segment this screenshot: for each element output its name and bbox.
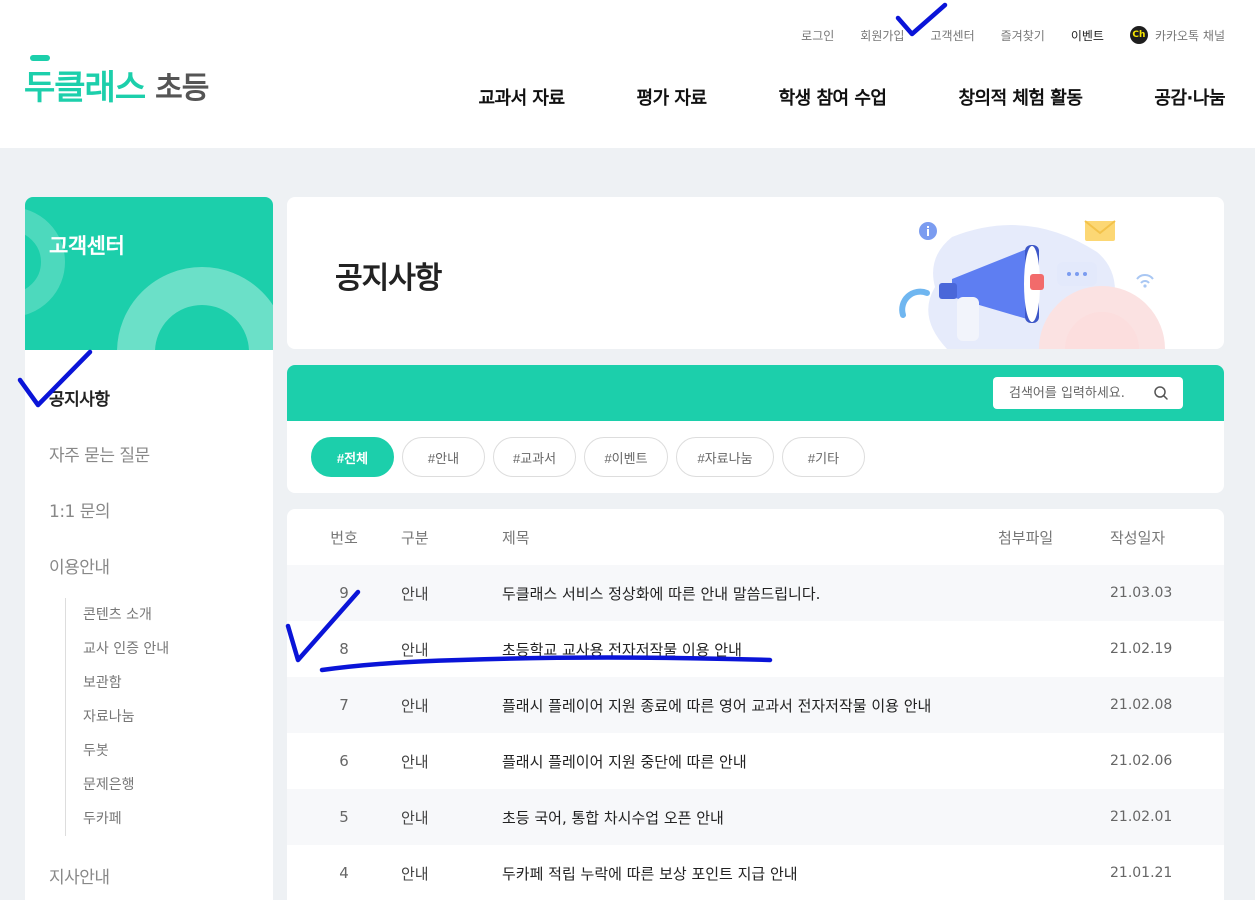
cell-title-link[interactable]: 초등 국어, 통합 차시수업 오픈 안내: [502, 807, 998, 828]
chip-all[interactable]: #전체: [311, 437, 394, 477]
main-nav: 교과서 자료 평가 자료 학생 참여 수업 창의적 체험 활동 공감·나눔: [478, 84, 1225, 110]
kakao-channel-link[interactable]: Ch 카카오톡 채널: [1129, 26, 1225, 44]
decor-ring: [25, 207, 65, 317]
chip-etc[interactable]: #기타: [782, 437, 865, 477]
sidebar-item-branch[interactable]: 지사안내: [25, 850, 273, 900]
cell-number: 6: [339, 752, 349, 770]
submenu-item-sharing[interactable]: 자료나눔: [83, 700, 273, 734]
cell-category: 안내: [401, 864, 429, 883]
col-header-date: 작성일자: [1110, 528, 1166, 547]
cell-date: 21.02.19: [1110, 641, 1173, 657]
search-icon[interactable]: [1153, 385, 1169, 401]
cell-date: 21.02.06: [1110, 753, 1173, 769]
cell-date: 21.02.01: [1110, 809, 1173, 825]
logo[interactable]: 두클래스 초등: [24, 55, 209, 109]
cell-category: 안내: [401, 808, 429, 827]
sidebar-title: 고객센터: [49, 234, 125, 258]
nav-creative-activities[interactable]: 창의적 체험 활동: [958, 84, 1082, 110]
table-row[interactable]: 9 안내 두클래스 서비스 정상화에 따른 안내 말씀드립니다. 21.03.0…: [287, 565, 1224, 621]
submenu-item-ducafe[interactable]: 두카페: [83, 802, 273, 836]
table-row[interactable]: 8 안내 초등학교 교사용 전자저작물 이용 안내 21.02.19: [287, 621, 1224, 677]
nav-assessment-materials[interactable]: 평가 자료: [637, 84, 708, 110]
table-row[interactable]: 7 안내 플래시 플레이어 지원 종료에 따른 영어 교과서 전자저작물 이용 …: [287, 677, 1224, 733]
site-header: 두클래스 초등 로그인 회원가입 고객센터 즐겨찾기 이벤트 Ch 카카오톡 채…: [0, 0, 1255, 148]
megaphone-illustration: [899, 220, 1165, 349]
customer-center-link[interactable]: 고객센터: [930, 27, 974, 44]
kakao-label: 카카오톡 채널: [1154, 28, 1225, 43]
sidebar: 고객센터 공지사항 자주 묻는 질문 1:1 문의 이용안내 콘텐츠 소개 교사…: [25, 197, 273, 900]
search-bar: [287, 365, 1224, 421]
table-row[interactable]: 4 안내 두카페 적립 누락에 따른 보상 포인트 지급 안내 21.01.21: [287, 845, 1224, 900]
sidebar-item-inquiry[interactable]: 1:1 문의: [25, 484, 273, 540]
col-header-number: 번호: [330, 528, 358, 547]
cell-title-link[interactable]: 초등학교 교사용 전자저작물 이용 안내: [502, 639, 998, 660]
filter-panel: #전체 #안내 #교과서 #이벤트 #자료나눔 #기타: [287, 365, 1224, 493]
submenu-item-question-bank[interactable]: 문제은행: [83, 768, 273, 802]
cell-title-link[interactable]: 두카페 적립 누락에 따른 보상 포인트 지급 안내: [502, 863, 998, 884]
submenu-item-storage[interactable]: 보관함: [83, 666, 273, 700]
chip-textbook[interactable]: #교과서: [493, 437, 576, 477]
cell-category: 안내: [401, 696, 429, 715]
col-header-category: 구분: [401, 528, 429, 547]
cell-title-link[interactable]: 플래시 플레이어 지원 종료에 따른 영어 교과서 전자저작물 이용 안내: [502, 695, 998, 716]
page-banner: 공지사항: [287, 197, 1224, 349]
table-row[interactable]: 5 안내 초등 국어, 통합 차시수업 오픈 안내 21.02.01: [287, 789, 1224, 845]
table-header: 번호 구분 제목 첨부파일 작성일자: [287, 509, 1224, 565]
decor-ring: [117, 267, 273, 350]
favorites-link[interactable]: 즐겨찾기: [1001, 27, 1045, 44]
cell-date: 21.01.21: [1110, 865, 1173, 881]
cell-category: 안내: [401, 584, 429, 603]
sidebar-item-notice[interactable]: 공지사항: [25, 372, 273, 428]
event-link[interactable]: 이벤트: [1071, 27, 1104, 44]
cell-title-link[interactable]: 두클래스 서비스 정상화에 따른 안내 말씀드립니다.: [502, 583, 998, 604]
sidebar-submenu: 콘텐츠 소개 교사 인증 안내 보관함 자료나눔 두봇 문제은행 두카페: [65, 598, 273, 836]
logo-sub-text: 초등: [155, 70, 209, 106]
submenu-item-teacher-auth[interactable]: 교사 인증 안내: [83, 632, 273, 666]
login-link[interactable]: 로그인: [801, 27, 834, 44]
submenu-item-content-intro[interactable]: 콘텐츠 소개: [83, 598, 273, 632]
submenu-item-dubot[interactable]: 두봇: [83, 734, 273, 768]
chip-sharing[interactable]: #자료나눔: [676, 437, 774, 477]
page-title: 공지사항: [335, 261, 442, 296]
cell-title-link[interactable]: 플래시 플레이어 지원 중단에 따른 안내: [502, 751, 998, 772]
cell-category: 안내: [401, 640, 429, 659]
notice-table: 번호 구분 제목 첨부파일 작성일자 9 안내 두클래스 서비스 정상화에 따른…: [287, 509, 1224, 900]
cell-number: 8: [339, 640, 349, 658]
chip-event[interactable]: #이벤트: [584, 437, 668, 477]
cell-category: 안내: [401, 752, 429, 771]
sidebar-menu: 공지사항 자주 묻는 질문 1:1 문의 이용안내 콘텐츠 소개 교사 인증 안…: [25, 372, 273, 900]
table-row[interactable]: 6 안내 플래시 플레이어 지원 중단에 따른 안내 21.02.06: [287, 733, 1224, 789]
signup-link[interactable]: 회원가입: [860, 27, 904, 44]
kakao-icon: Ch: [1129, 26, 1148, 44]
search-box[interactable]: [993, 377, 1183, 409]
sidebar-header: 고객센터: [25, 197, 273, 350]
table-body: 9 안내 두클래스 서비스 정상화에 따른 안내 말씀드립니다. 21.03.0…: [287, 565, 1224, 900]
col-header-title: 제목: [502, 528, 530, 547]
cell-number: 7: [339, 696, 349, 714]
cell-date: 21.03.03: [1110, 585, 1173, 601]
sidebar-item-guide[interactable]: 이용안내: [25, 540, 273, 596]
category-chips: #전체 #안내 #교과서 #이벤트 #자료나눔 #기타: [311, 437, 873, 477]
sidebar-item-faq[interactable]: 자주 묻는 질문: [25, 428, 273, 484]
chip-notice[interactable]: #안내: [402, 437, 485, 477]
utility-nav: 로그인 회원가입 고객센터 즐겨찾기 이벤트 Ch 카카오톡 채널: [775, 26, 1225, 44]
logo-main-text: 두클래스: [24, 55, 146, 109]
nav-textbook-materials[interactable]: 교과서 자료: [478, 84, 565, 110]
cell-number: 5: [339, 808, 349, 826]
nav-sharing[interactable]: 공감·나눔: [1154, 84, 1225, 110]
nav-student-participation[interactable]: 학생 참여 수업: [779, 84, 887, 110]
cell-date: 21.02.08: [1110, 697, 1173, 713]
cell-number: 9: [339, 584, 349, 602]
cell-number: 4: [339, 864, 349, 882]
search-input[interactable]: [1009, 385, 1139, 401]
col-header-attachment: 첨부파일: [998, 528, 1054, 547]
